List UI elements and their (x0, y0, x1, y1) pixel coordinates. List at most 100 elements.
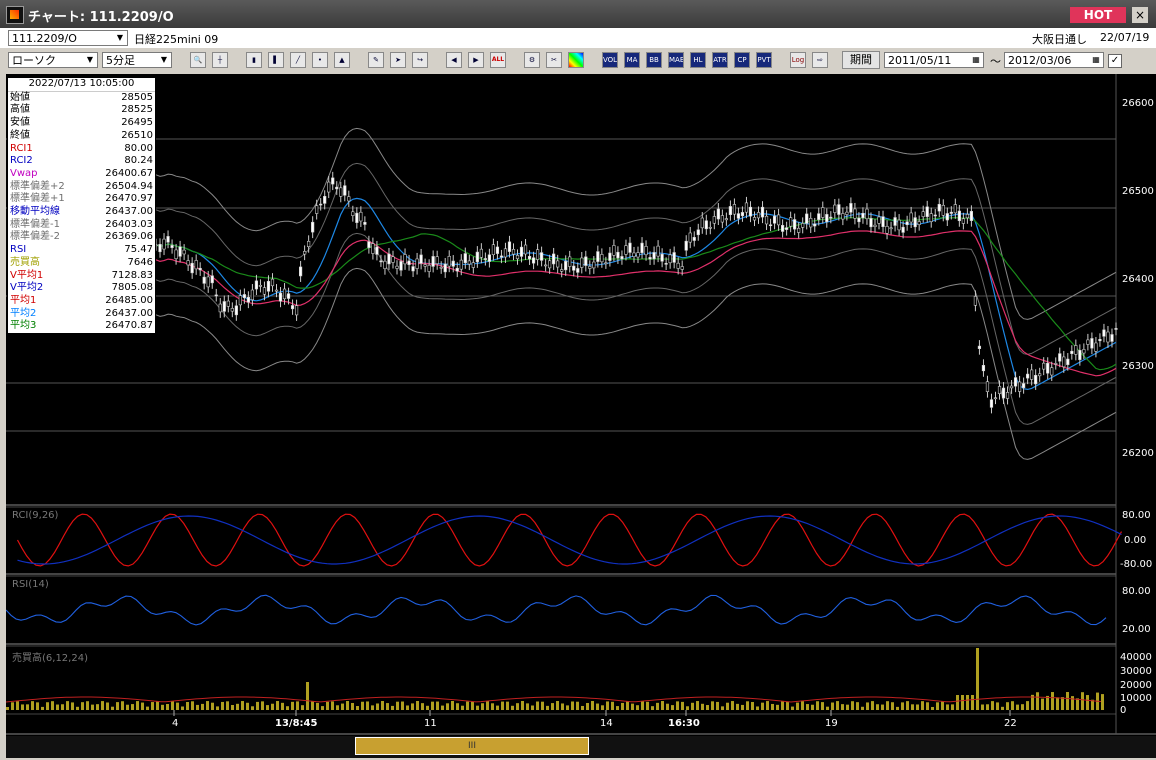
candle-body (202, 276, 206, 284)
candle-body (439, 266, 443, 269)
symbol-input[interactable]: 111.2209/O ▼ (8, 30, 128, 46)
to-date-input[interactable]: 2012/03/06 ▦ (1004, 52, 1104, 68)
tool-icon[interactable]: ✂ (546, 52, 562, 68)
app-icon (6, 6, 24, 24)
export-icon[interactable]: ⇨ (812, 52, 828, 68)
grip-icon: III (468, 741, 476, 751)
indicator-button-vol[interactable]: VOL (602, 52, 618, 68)
line-icon[interactable]: ╱ (290, 52, 306, 68)
indicator-button-ma[interactable]: MA (624, 52, 640, 68)
all-button[interactable]: ALL (490, 52, 506, 68)
candle-body (885, 226, 889, 234)
candle-body (1017, 381, 1022, 392)
interval-select[interactable]: 5分足 ▼ (102, 52, 172, 68)
arrow-icon[interactable]: ↪ (412, 52, 428, 68)
hot-badge[interactable]: HOT (1070, 7, 1126, 23)
volume-bar (696, 701, 699, 710)
candle-body (331, 177, 335, 185)
price-tick: 26500 (1122, 186, 1154, 197)
candle-icon[interactable]: ▮ (246, 52, 262, 68)
candle-body (431, 256, 435, 267)
volume-bar (156, 701, 159, 710)
chevron-down-icon[interactable]: ▼ (114, 32, 126, 44)
candle-body (624, 245, 628, 255)
candle-body (427, 264, 431, 272)
indicator-button-atr[interactable]: ATR (712, 52, 728, 68)
color-icon[interactable] (568, 52, 584, 68)
info-row: V平均2 7805.08 (8, 282, 155, 295)
volume-bar (666, 703, 669, 710)
chart-type-select[interactable]: ローソク ▼ (8, 52, 98, 68)
candle-body (772, 215, 777, 224)
price-tick: 26300 (1122, 361, 1154, 372)
candle-body (829, 216, 833, 219)
zoom-icon[interactable]: 🔍 (190, 52, 206, 68)
chart-canvas[interactable] (5, 74, 1156, 754)
from-date-input[interactable]: 2011/05/11 ▦ (884, 52, 984, 68)
candle-body (1005, 392, 1010, 399)
ohlc-info-box: 2022/07/13 10:05:00 始値 28505 高値 28525 安値 2649… (7, 77, 156, 335)
candle-body (403, 254, 407, 265)
indicator-button-cp[interactable]: CP (734, 52, 750, 68)
candle-body (319, 203, 323, 206)
candle-body (692, 237, 696, 241)
pen-icon[interactable]: ✎ (368, 52, 384, 68)
candle-body (1066, 358, 1070, 365)
candle-body (845, 211, 849, 215)
candle-body (776, 214, 781, 226)
indicator-button-hl[interactable]: HL (690, 52, 706, 68)
volume-bar (651, 706, 654, 710)
volume-bar (921, 701, 924, 710)
area-icon[interactable]: ▲ (334, 52, 350, 68)
volume-bar (451, 701, 454, 710)
volume-bar (21, 704, 24, 710)
candle-body (789, 217, 793, 227)
volume-bar (736, 703, 739, 710)
calendar-icon[interactable]: ▦ (1090, 54, 1102, 66)
candle-body (511, 249, 516, 255)
next-icon[interactable]: ▶ (468, 52, 484, 68)
candle-body (1078, 350, 1082, 361)
candle-body (760, 206, 765, 218)
volume-bar (726, 702, 729, 710)
volume-bar (36, 702, 39, 710)
bar-icon[interactable]: ▌ (268, 52, 284, 68)
candle-body (861, 212, 865, 219)
point-icon[interactable]: • (312, 52, 328, 68)
crosshair-icon[interactable]: ┼ (212, 52, 228, 68)
indicator-button-pvt[interactable]: PVT (756, 52, 772, 68)
volume-bar (526, 703, 529, 710)
close-icon[interactable]: × (1132, 7, 1148, 23)
volume-bar (971, 695, 974, 710)
volume-bar (111, 706, 114, 710)
candle-body (588, 266, 592, 269)
volume-bar (211, 702, 214, 710)
candle-body (560, 269, 564, 272)
cursor-icon[interactable]: ➤ (390, 52, 406, 68)
prev-icon[interactable]: ◀ (446, 52, 462, 68)
settings-icon[interactable]: ⚙ (524, 52, 540, 68)
volume-bar (386, 703, 389, 710)
indicator-button-mae[interactable]: MAE (668, 52, 684, 68)
candle-body (704, 220, 708, 230)
volume-bar (1086, 695, 1089, 710)
chart-area[interactable] (5, 74, 1156, 754)
volume-bar (896, 706, 899, 710)
period-button[interactable]: 期間 (842, 51, 880, 69)
chevron-down-icon[interactable]: ▼ (158, 54, 170, 66)
info-value: 7805.08 (111, 282, 153, 294)
candle-body (355, 212, 359, 223)
calendar-icon[interactable]: ▦ (970, 54, 982, 66)
chevron-down-icon[interactable]: ▼ (84, 54, 96, 66)
candle-body (423, 264, 427, 267)
candle-body (379, 260, 383, 263)
period-checkbox[interactable]: ✓ (1108, 54, 1122, 68)
candle-body (178, 246, 182, 257)
candle-body (491, 244, 496, 256)
volume-bar (801, 701, 804, 710)
scrollbar-thumb[interactable]: III (355, 737, 589, 755)
volume-bar (976, 648, 979, 710)
volume-bar (881, 704, 884, 710)
log-button[interactable]: Log (790, 52, 806, 68)
indicator-button-bb[interactable]: BB (646, 52, 662, 68)
